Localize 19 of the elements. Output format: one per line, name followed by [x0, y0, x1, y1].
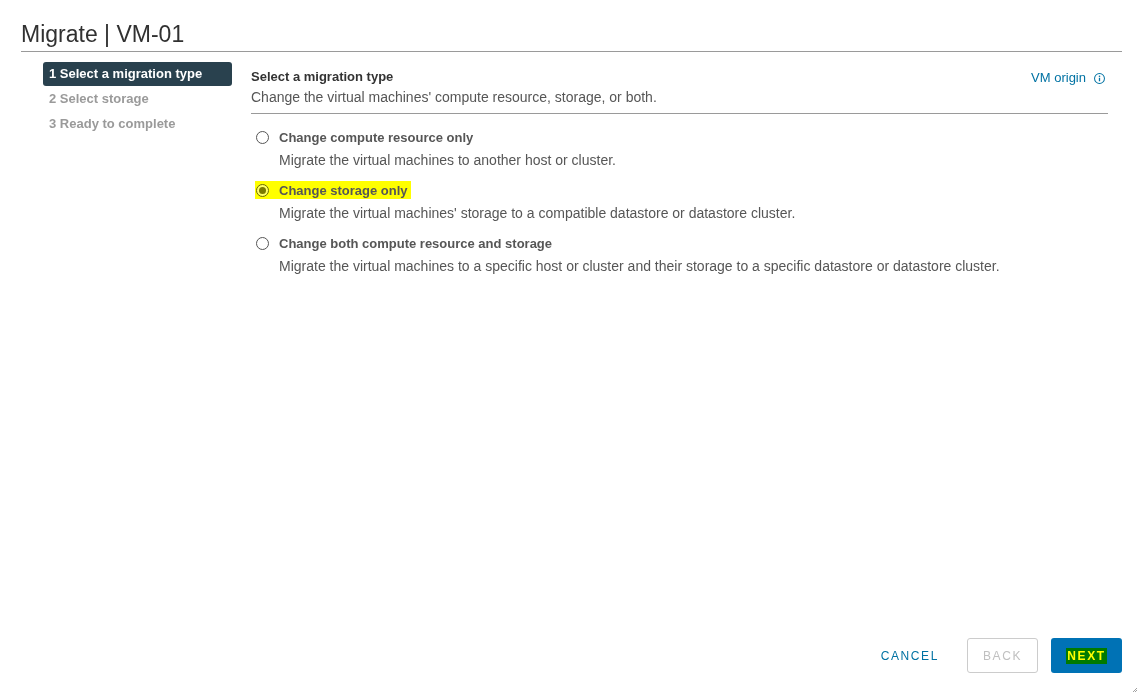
option-description: Migrate the virtual machines' storage to a compatible datastore or datastore cluster. [279, 204, 796, 222]
section-heading: Select a migration type [251, 68, 395, 86]
section-subtitle: Change the virtual machines' compute resource, storage, or both. [251, 88, 657, 107]
option-description: Migrate the virtual machines to another host or cluster. [279, 151, 616, 169]
option-description: Migrate the virtual machines to a specific host or cluster and their storage to a specific datastore or datastore cluster. [279, 257, 1000, 275]
cancel-button[interactable]: CANCEL [871, 638, 948, 673]
window-title: Migrate | VM-01 [21, 20, 1122, 52]
radio-option[interactable]: Change both compute resource and storage [255, 234, 556, 252]
vm-origin-link[interactable]: VM origin [1031, 69, 1086, 87]
wizard-step[interactable]: 2 Select storage [43, 87, 232, 111]
radio-option[interactable]: Change storage only [255, 181, 411, 199]
radio-button[interactable] [256, 183, 269, 197]
radio-button[interactable] [256, 236, 269, 250]
radio-option[interactable]: Change compute resource only [255, 128, 477, 146]
info-icon[interactable] [1094, 72, 1105, 84]
radio-button[interactable] [256, 130, 269, 144]
next-button[interactable]: NEXT [1051, 638, 1122, 673]
wizard-step[interactable]: 1 Select a migration type [43, 62, 232, 86]
resize-grip-icon[interactable] [1133, 688, 1137, 692]
